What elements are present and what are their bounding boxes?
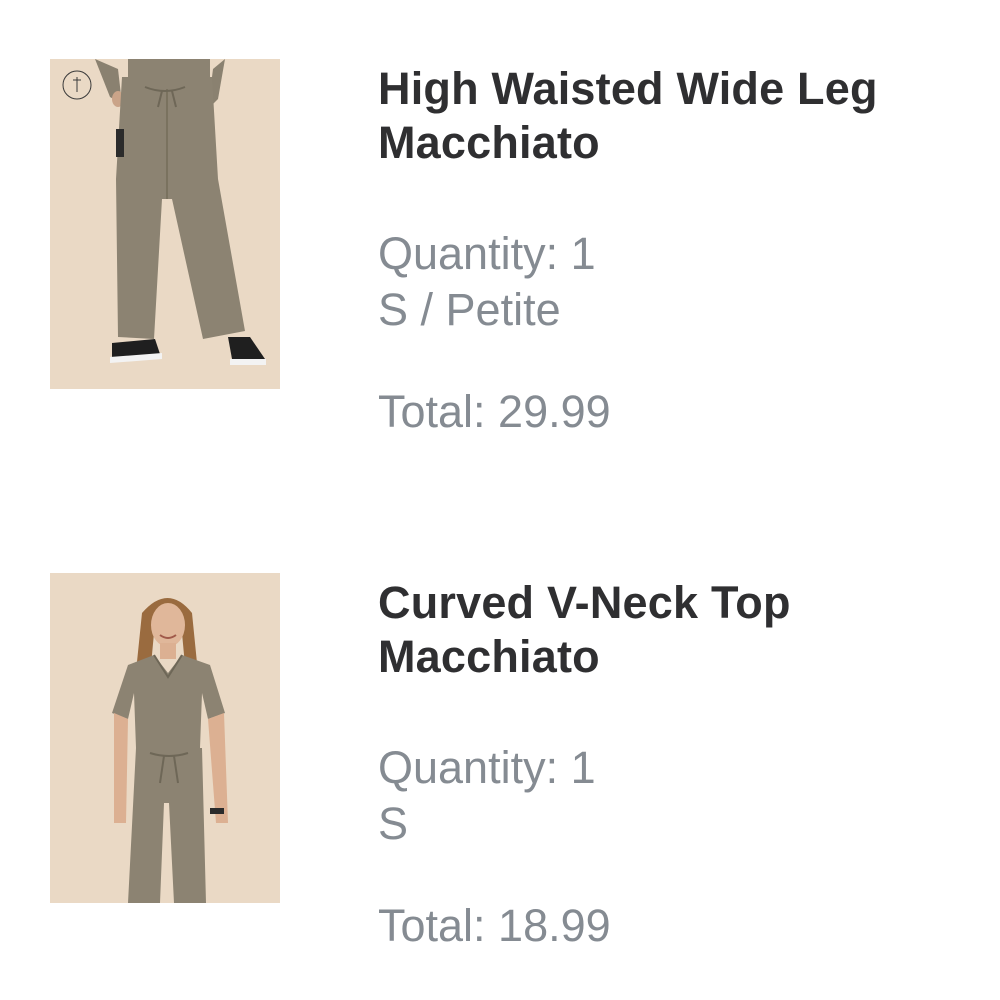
- product-meta: Quantity: 1 S: [378, 740, 988, 852]
- variant-label: S: [378, 798, 409, 849]
- product-name: Curved V-Neck Top: [378, 577, 791, 628]
- product-info: Curved V-Neck Top Macchiato Quantity: 1 …: [378, 576, 988, 954]
- quantity-label: Quantity: 1: [378, 742, 596, 793]
- item-total: Total: 29.99: [378, 386, 611, 437]
- product-info: High Waisted Wide Leg Macchiato Quantity…: [378, 62, 988, 440]
- cart-summary: High Waisted Wide Leg Macchiato Quantity…: [0, 0, 1000, 1000]
- product-photo-pants-icon: [50, 59, 280, 389]
- product-title[interactable]: High Waisted Wide Leg Macchiato: [378, 62, 988, 170]
- product-color: Macchiato: [378, 117, 600, 168]
- product-title[interactable]: Curved V-Neck Top Macchiato: [378, 576, 988, 684]
- product-image[interactable]: [50, 59, 280, 389]
- product-color: Macchiato: [378, 631, 600, 682]
- product-image[interactable]: [50, 573, 280, 903]
- quantity-label: Quantity: 1: [378, 228, 596, 279]
- product-meta: Quantity: 1 S / Petite: [378, 226, 988, 338]
- product-name: High Waisted Wide Leg: [378, 63, 878, 114]
- item-total: Total: 18.99: [378, 900, 611, 951]
- product-photo-top-icon: [50, 573, 280, 903]
- variant-label: S / Petite: [378, 284, 561, 335]
